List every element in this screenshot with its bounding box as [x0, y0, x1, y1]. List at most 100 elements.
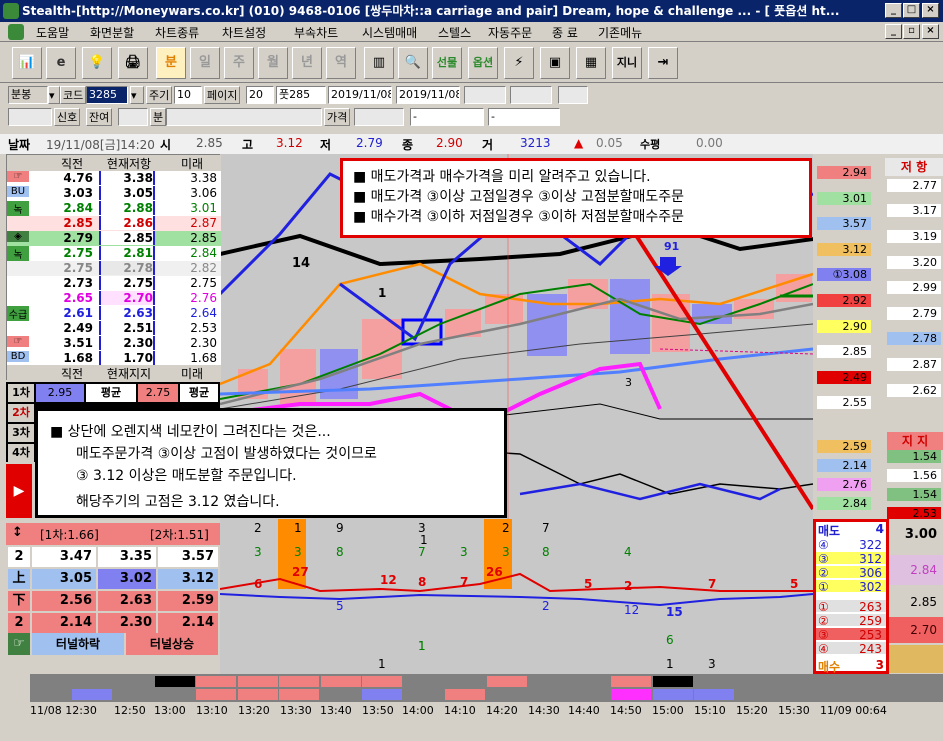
blank-field-5[interactable]: [118, 108, 148, 126]
row-tag: 녹: [7, 246, 29, 261]
col-footer-cur: 현재지지: [106, 367, 152, 381]
options-button[interactable]: 옵션: [468, 47, 498, 79]
time-tick-label: 14:40: [568, 704, 600, 717]
tunnel-row: 2 3.47 3.35 3.57: [6, 547, 220, 569]
put-code-field[interactable]: 풋285: [276, 86, 326, 104]
price-field[interactable]: [354, 108, 404, 126]
menu-legacy[interactable]: 기존메뉴: [598, 24, 642, 41]
row-cur: 3.38: [99, 171, 155, 185]
buy-price: 263: [859, 600, 882, 614]
tunnel-down-button[interactable]: 터널하락: [32, 633, 124, 655]
table-footer: 직전 현재지지 미래: [7, 365, 221, 381]
reverse-button[interactable]: 역: [326, 47, 356, 79]
time-tick-label: 14:30: [528, 704, 560, 717]
date-to-input[interactable]: 2019/11/08: [396, 86, 460, 104]
range-field-2[interactable]: -: [488, 108, 560, 126]
code-dropdown-icon[interactable]: ▾: [130, 86, 144, 104]
mdi-minimize-button[interactable]: _: [885, 24, 902, 39]
menu-chart-settings[interactable]: 차트설정: [222, 24, 266, 41]
strip-cell: [694, 689, 734, 700]
blank-field-3[interactable]: [558, 86, 588, 104]
mdi-close-button[interactable]: ×: [922, 24, 939, 39]
cycle-input[interactable]: 10: [174, 86, 202, 104]
menu-auto-order[interactable]: 자동주문: [488, 24, 532, 41]
row-prev: 3.03: [63, 186, 93, 200]
order-side-gold: [889, 645, 943, 673]
export-icon[interactable]: ⇥: [648, 47, 678, 79]
sell-count: 4: [875, 522, 884, 536]
minute-button[interactable]: 분: [156, 47, 186, 79]
chart-icon[interactable]: 📊: [12, 47, 42, 79]
menu-exit[interactable]: 종 료: [552, 24, 578, 41]
mdi-restore-button[interactable]: ▫: [903, 24, 920, 39]
close-button[interactable]: ×: [922, 3, 939, 18]
avg-label-1: 평균: [86, 384, 136, 402]
play-button[interactable]: ▶: [6, 464, 32, 518]
chart-label-14: 14: [292, 256, 311, 271]
order-side-v3: 2.85: [910, 595, 937, 609]
support-value: 1.54: [887, 487, 941, 501]
chevron-down-icon[interactable]: ▾: [48, 86, 60, 104]
row-prev: 2.79: [63, 231, 93, 245]
menu-stealth[interactable]: 스텔스: [438, 24, 471, 41]
row-fut: 3.06: [190, 186, 217, 200]
genie-button[interactable]: 지니: [612, 47, 642, 79]
row-prev: 2.84: [63, 201, 93, 215]
menu-system-trade[interactable]: 시스템매매: [362, 24, 417, 41]
menu-chart-type[interactable]: 차트종류: [155, 24, 199, 41]
strip-cell: [528, 689, 568, 700]
menu-split[interactable]: 화면분할: [90, 24, 134, 41]
sub-chart[interactable]: 2 1 9 3 1 2 7 3 3 8 7 3 3 8 4 6 27 12 8 7 26 5 2 7 5 5 2 12 15 6 1 1 3 1 1: [219, 519, 814, 674]
bulb-icon[interactable]: 💡: [82, 47, 112, 79]
code-input[interactable]: 3285: [86, 86, 128, 104]
buy-header: 매수 3: [816, 658, 886, 674]
table-header: 직전 현재저항 미래: [7, 155, 221, 171]
order-side-v4: 2.70: [889, 617, 943, 643]
tunnel-up-button[interactable]: 터널상승: [126, 633, 218, 655]
browser-icon[interactable]: e: [46, 47, 76, 79]
code-label: 코드: [60, 86, 87, 104]
time-tick-label: 12:50: [114, 704, 146, 717]
year-button[interactable]: 년: [292, 47, 322, 79]
futures-button[interactable]: 선물: [432, 47, 462, 79]
resistance-value: 2.62: [887, 383, 941, 397]
signal-label[interactable]: 신호: [54, 108, 81, 126]
row-cur: 3.05: [99, 186, 155, 200]
blank-field-1[interactable]: [464, 86, 506, 104]
range-field-1[interactable]: -: [410, 108, 484, 126]
menu-help[interactable]: 도움말: [36, 24, 69, 41]
tunnel-val-b: 2.30: [98, 613, 156, 633]
minimize-button[interactable]: _: [885, 3, 902, 18]
print-icon[interactable]: 🖨: [118, 47, 148, 79]
minute-field[interactable]: [166, 108, 322, 126]
tunnel-val-b: 3.35: [98, 547, 156, 567]
pointer-icon[interactable]: ☞: [8, 633, 30, 655]
week-button[interactable]: 주: [224, 47, 254, 79]
day-button[interactable]: 일: [190, 47, 220, 79]
sub-chart-label: 9: [336, 521, 344, 535]
maximize-button[interactable]: □: [903, 3, 920, 18]
avg-row-label-4: 4차: [8, 444, 34, 462]
row-fut: 3.01: [190, 201, 217, 215]
period-select[interactable]: 분봉: [8, 86, 48, 104]
window-title: Stealth-[http://Moneywars.co.kr] (010) 9…: [0, 0, 943, 22]
tunnel-1st: [1차:1.66]: [40, 528, 99, 542]
blank-field-4[interactable]: [8, 108, 52, 126]
bars-icon[interactable]: ▥: [364, 47, 394, 79]
sub-chart-label: 3: [502, 545, 510, 559]
balance-label[interactable]: 잔여: [86, 108, 113, 126]
search-icon[interactable]: 🔍: [398, 47, 428, 79]
grid-icon[interactable]: ▦: [576, 47, 606, 79]
blank-field-2[interactable]: [510, 86, 552, 104]
buy-price: 243: [859, 642, 882, 656]
sell-order-row: ④ 322: [816, 538, 886, 552]
page-input[interactable]: 20: [246, 86, 274, 104]
month-button[interactable]: 월: [258, 47, 288, 79]
lightning-icon[interactable]: ⚡: [504, 47, 534, 79]
strip-cell: [860, 689, 900, 700]
resistance-value: 2.90: [817, 319, 871, 333]
row-prev: 2.61: [63, 306, 93, 320]
menu-sub-chart[interactable]: 부속차트: [294, 24, 338, 41]
date-from-input[interactable]: 2019/11/08: [328, 86, 392, 104]
frame-icon[interactable]: ▣: [540, 47, 570, 79]
